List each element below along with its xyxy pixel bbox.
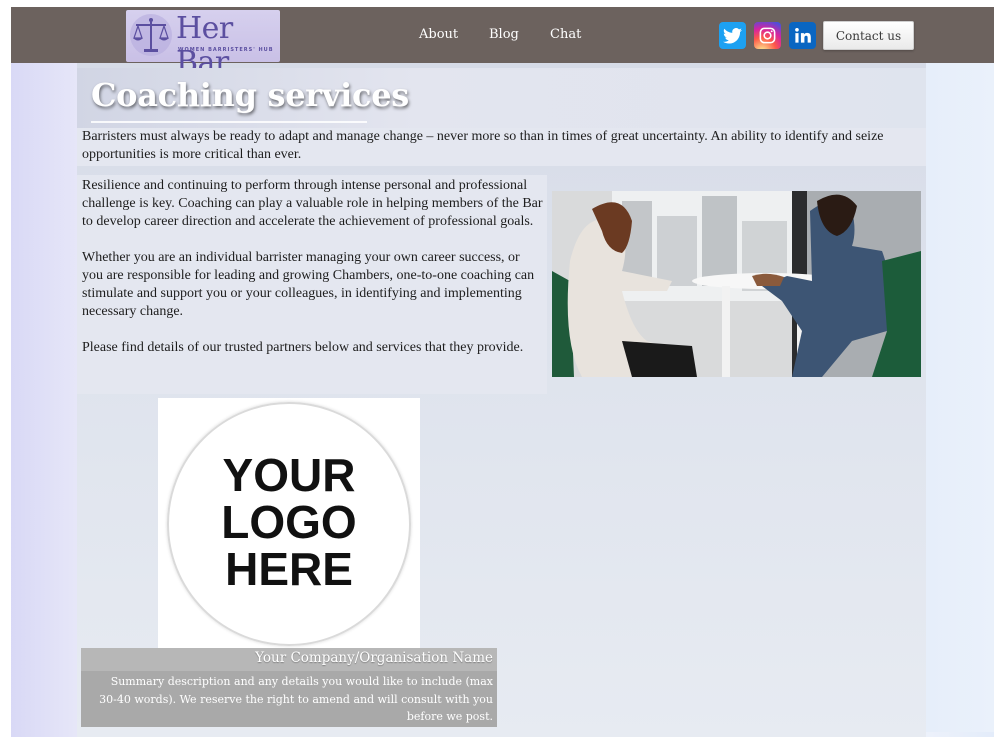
twitter-icon[interactable] bbox=[719, 22, 746, 49]
brand-subtitle: WOMEN BARRISTERS' HUB bbox=[178, 47, 274, 53]
partner-company-name: Your Company/Organisation Name bbox=[255, 650, 493, 666]
logo-placeholder-line-1: YOUR bbox=[222, 449, 356, 501]
body-text: Resilience and continuing to perform thr… bbox=[82, 177, 544, 375]
linkedin-icon[interactable] bbox=[789, 22, 816, 49]
instagram-camera-glyph bbox=[759, 27, 776, 44]
instagram-icon[interactable] bbox=[754, 22, 781, 49]
coaching-photo bbox=[552, 191, 921, 377]
coaching-photo-illustration bbox=[552, 191, 921, 377]
body-paragraph-career: Whether you are an individual barrister … bbox=[82, 250, 535, 319]
brand-logo[interactable]: Her Bar WOMEN BARRISTERS' HUB bbox=[126, 10, 280, 80]
intro-paragraph: Barristers must always be ready to adapt… bbox=[82, 129, 884, 162]
page-title: Coaching services bbox=[91, 76, 409, 114]
partner-logo-placeholder: YOUR LOGO HERE bbox=[158, 452, 420, 593]
page-margin-right bbox=[926, 62, 994, 732]
nav-link-blog[interactable]: Blog bbox=[489, 27, 519, 42]
twitter-bird-glyph bbox=[723, 27, 742, 44]
page-margin-left bbox=[11, 62, 77, 737]
partner-logo-card: YOUR LOGO HERE bbox=[158, 398, 420, 650]
scales-of-justice-icon bbox=[130, 14, 172, 56]
logo-placeholder-line-2: LOGO bbox=[221, 496, 357, 548]
body-paragraph-partners: Please find details of our trusted partn… bbox=[82, 340, 524, 355]
logo-placeholder-line-3: HERE bbox=[225, 543, 353, 595]
linkedin-in-glyph bbox=[795, 27, 811, 43]
body-paragraph-resilience: Resilience and continuing to perform thr… bbox=[82, 178, 543, 229]
partner-description: Summary description and any details you … bbox=[99, 675, 493, 723]
nav-link-chat[interactable]: Chat bbox=[550, 27, 581, 42]
nav-link-about[interactable]: About bbox=[419, 27, 458, 42]
title-underline bbox=[91, 121, 367, 123]
contact-us-button[interactable]: Contact us bbox=[823, 21, 914, 50]
